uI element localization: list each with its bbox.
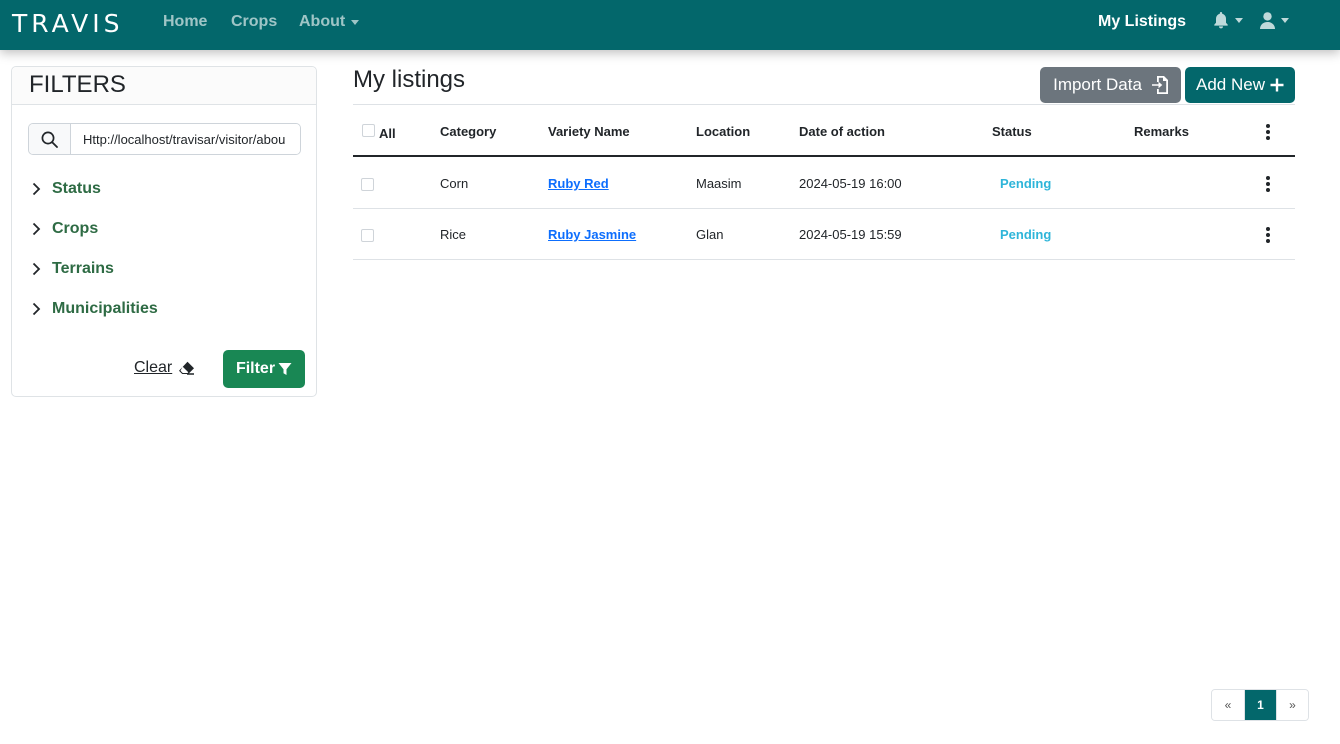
user-icon [1260, 12, 1275, 29]
import-data-button[interactable]: Import Data [1040, 67, 1181, 103]
filter-button[interactable]: Filter [223, 350, 305, 388]
search-addon [29, 124, 71, 154]
row-more-options-icon[interactable] [1266, 176, 1270, 192]
row-status-badge: Pending [1000, 227, 1052, 242]
row-date: 2024-05-19 16:00 [799, 176, 902, 191]
nav-about-dropdown[interactable]: About [299, 13, 360, 31]
chevron-right-icon [32, 222, 41, 236]
row-variety-link[interactable]: Ruby Red [548, 176, 609, 191]
row-category: Corn [440, 176, 469, 191]
brand-text: TRAVIS [12, 9, 124, 38]
table-row: Corn Ruby Red Maasim 2024-05-19 16:00 Pe… [353, 158, 1295, 209]
clear-label: Clear [134, 359, 173, 376]
row-more-options-icon[interactable] [1266, 227, 1270, 243]
eraser-icon [179, 361, 195, 375]
page-title: My listings [353, 66, 466, 93]
header-remarks[interactable]: Remarks [1134, 124, 1189, 139]
search-icon [41, 131, 58, 148]
chevron-down-icon [351, 19, 360, 25]
row-variety-link[interactable]: Ruby Jasmine [548, 227, 636, 242]
filter-status-toggle[interactable]: Status [32, 180, 101, 198]
top-navbar: TRAVIS Home Crops About My Listings [0, 0, 1340, 50]
search-group [28, 123, 301, 155]
header-more-options-icon[interactable] [1266, 124, 1270, 140]
notifications-dropdown[interactable] [1213, 12, 1243, 29]
pagination-next[interactable]: » [1276, 690, 1308, 720]
chevron-down-icon [1235, 18, 1243, 23]
filters-title: FILTERS [12, 67, 316, 105]
add-new-label: Add New [1196, 75, 1265, 94]
user-menu-dropdown[interactable] [1260, 12, 1289, 29]
plus-icon [1270, 78, 1284, 92]
chevron-right-icon [32, 262, 41, 276]
add-new-button[interactable]: Add New [1185, 67, 1295, 103]
filter-button-label: Filter [235, 360, 276, 377]
import-data-label: Import Data [1053, 75, 1142, 94]
header-category[interactable]: Category [440, 124, 496, 139]
filter-terrains-label: Terrains [52, 260, 114, 277]
file-import-icon [1151, 76, 1168, 94]
pagination-page-current[interactable]: 1 [1244, 690, 1276, 720]
filters-panel: FILTERS Status Crops Terrains Municipali… [11, 66, 317, 397]
filter-municipalities-toggle[interactable]: Municipalities [32, 300, 158, 318]
filter-crops-toggle[interactable]: Crops [32, 220, 98, 238]
header-location[interactable]: Location [696, 124, 750, 139]
nav-home-link[interactable]: Home [163, 13, 207, 31]
pagination: « 1 » [1211, 689, 1309, 721]
bell-icon [1214, 12, 1228, 29]
chevron-right-icon [32, 182, 41, 196]
nav-crops-link[interactable]: Crops [231, 13, 277, 31]
row-checkbox[interactable] [361, 229, 374, 242]
pagination-prev[interactable]: « [1212, 690, 1244, 720]
row-status-badge: Pending [1000, 176, 1052, 191]
funnel-icon [278, 363, 292, 375]
filter-status-label: Status [52, 180, 101, 197]
header-status[interactable]: Status [992, 124, 1032, 139]
table-row: Rice Ruby Jasmine Glan 2024-05-19 15:59 … [353, 209, 1295, 260]
filter-terrains-toggle[interactable]: Terrains [32, 260, 114, 278]
row-checkbox[interactable] [361, 178, 374, 191]
chevron-right-icon [32, 302, 41, 316]
filter-municipalities-label: Municipalities [52, 300, 158, 317]
header-variety-name[interactable]: Variety Name [548, 124, 630, 139]
search-input[interactable] [71, 124, 300, 154]
row-location: Maasim [696, 176, 742, 191]
clear-filters-link[interactable]: Clear [134, 359, 195, 377]
select-all-checkbox[interactable] [362, 124, 375, 137]
row-category: Rice [440, 227, 467, 242]
header-all: All [379, 126, 396, 141]
header-date-of-action[interactable]: Date of action [799, 124, 885, 139]
filter-crops-label: Crops [52, 220, 99, 237]
row-date: 2024-05-19 15:59 [799, 227, 902, 242]
nav-my-listings-link[interactable]: My Listings [1098, 13, 1186, 31]
chevron-down-icon [1281, 18, 1289, 23]
table-header-row: All Category Variety Name Location Date … [353, 105, 1295, 157]
brand-logo[interactable]: TRAVIS [12, 9, 123, 38]
row-location: Glan [696, 227, 724, 242]
nav-about-label: About [299, 13, 346, 30]
